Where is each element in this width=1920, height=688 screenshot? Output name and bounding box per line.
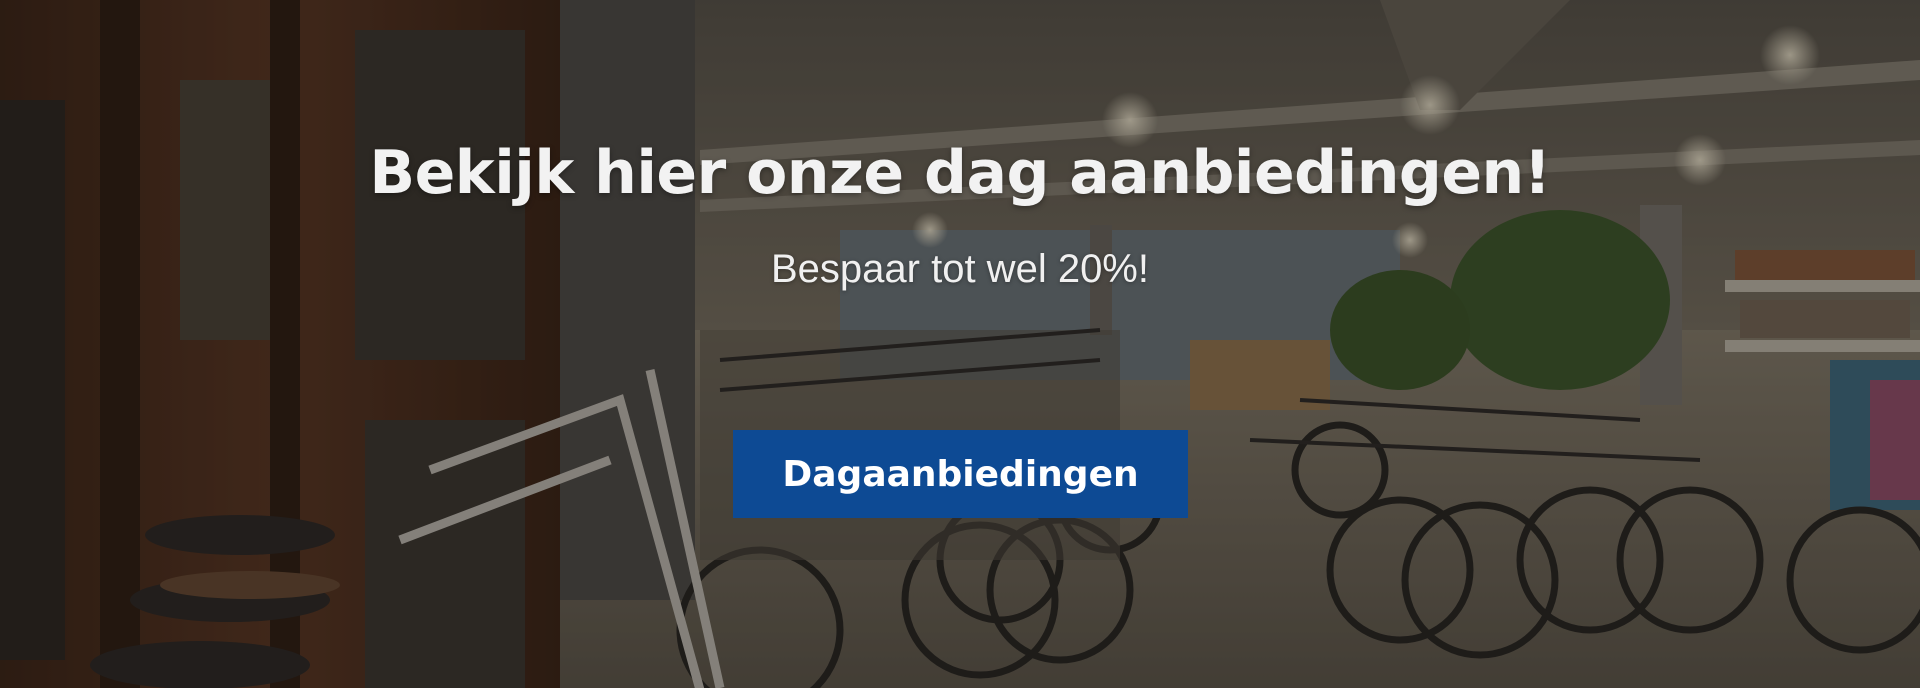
- hero-banner: Bekijk hier onze dag aanbiedingen! Bespa…: [0, 0, 1920, 688]
- dagaanbiedingen-button[interactable]: Dagaanbiedingen: [733, 430, 1188, 518]
- hero-content: Bekijk hier onze dag aanbiedingen! Bespa…: [0, 0, 1920, 688]
- hero-subline: Bespaar tot wel 20%!: [771, 247, 1149, 291]
- hero-headline: Bekijk hier onze dag aanbiedingen!: [369, 138, 1551, 208]
